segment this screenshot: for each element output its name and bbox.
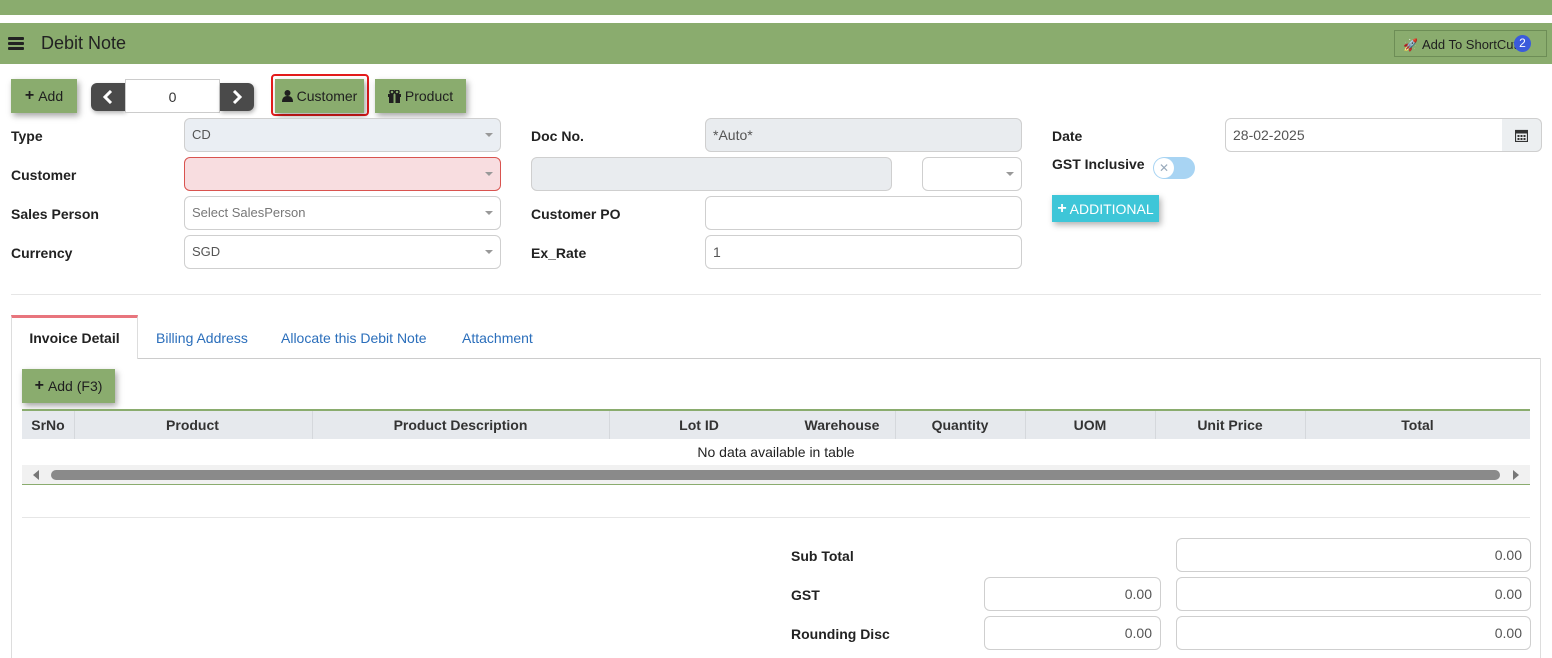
- table-header: SrNo Product Product Description Lot ID …: [22, 409, 1530, 439]
- close-icon: ✕: [1154, 158, 1174, 178]
- column-header-srno[interactable]: SrNo: [22, 417, 74, 433]
- column-header-quantity[interactable]: Quantity: [895, 417, 1025, 433]
- gst-rate-field[interactable]: 0.00: [984, 577, 1161, 611]
- user-icon: [281, 90, 293, 102]
- page-title: Debit Note: [41, 33, 127, 53]
- sales-person-label: Sales Person: [11, 206, 99, 222]
- scrollbar-thumb[interactable]: [51, 470, 1500, 480]
- type-select[interactable]: CD: [184, 118, 501, 152]
- customer-select[interactable]: [184, 157, 501, 191]
- plus-icon: +: [24, 87, 35, 104]
- scroll-right-icon[interactable]: [1513, 470, 1519, 480]
- chevron-down-icon: [485, 211, 493, 215]
- add-button[interactable]: + Add: [11, 79, 77, 113]
- gst-inclusive-label: GST Inclusive: [1052, 156, 1145, 172]
- column-header-product-description[interactable]: Product Description: [312, 417, 609, 433]
- customer-po-input[interactable]: [705, 196, 1022, 230]
- menu-icon[interactable]: [8, 37, 24, 50]
- gst-amount-field: 0.00: [1176, 577, 1531, 611]
- add-line-button[interactable]: + Add (F3): [22, 369, 115, 403]
- ex-rate-label: Ex_Rate: [531, 245, 587, 261]
- tab-attachment[interactable]: Attachment: [462, 330, 533, 346]
- tab-billing-address[interactable]: Billing Address: [156, 330, 248, 346]
- top-gap: [0, 15, 1552, 23]
- date-label: Date: [1052, 128, 1083, 144]
- sub-total-label: Sub Total: [791, 548, 854, 564]
- shortcut-label: Add To ShortCut: [1421, 37, 1518, 52]
- tab-allocate-debit-note[interactable]: Allocate this Debit Note: [281, 330, 427, 346]
- chevron-down-icon: [485, 172, 493, 176]
- plus-icon: +: [1057, 199, 1067, 217]
- additional-button[interactable]: + ADDITIONAL: [1052, 195, 1159, 222]
- doc-no-label: Doc No.: [531, 128, 584, 144]
- column-header-warehouse[interactable]: Warehouse: [789, 417, 895, 433]
- calendar-button[interactable]: [1502, 118, 1542, 152]
- calendar-icon: [1515, 129, 1528, 142]
- tab-panel-border-left: [11, 358, 12, 658]
- column-header-lot-id[interactable]: Lot ID: [609, 417, 789, 433]
- title-bar: [0, 23, 1552, 64]
- product-button-label: Product: [404, 88, 454, 104]
- column-header-total[interactable]: Total: [1305, 417, 1530, 433]
- additional-button-label: ADDITIONAL: [1069, 200, 1154, 217]
- sales-person-select[interactable]: Select SalesPerson: [184, 196, 501, 230]
- type-label: Type: [11, 128, 43, 144]
- rounding-disc-amount-field: 0.00: [1176, 616, 1531, 650]
- customer-button[interactable]: Customer: [275, 79, 364, 113]
- customer-extra-select[interactable]: [922, 157, 1022, 191]
- gst-label: GST: [791, 587, 820, 603]
- currency-select[interactable]: SGD: [184, 235, 501, 269]
- column-header-uom[interactable]: UOM: [1025, 417, 1155, 433]
- ex-rate-input[interactable]: 1: [705, 235, 1022, 269]
- doc-no-field: *Auto*: [705, 118, 1022, 152]
- gift-icon: [387, 89, 401, 103]
- rounding-disc-rate-field[interactable]: 0.00: [984, 616, 1161, 650]
- rounding-disc-label: Rounding Disc: [791, 626, 890, 642]
- sales-person-placeholder: Select SalesPerson: [192, 205, 306, 220]
- customer-po-label: Customer PO: [531, 206, 621, 222]
- add-line-button-label: Add (F3): [47, 378, 103, 394]
- chevron-right-icon: [232, 90, 242, 104]
- top-strip: [0, 0, 1552, 15]
- plus-icon: +: [34, 377, 44, 394]
- product-button[interactable]: Product: [375, 79, 466, 113]
- chevron-down-icon: [485, 250, 493, 254]
- tab-underline: [138, 358, 1541, 359]
- customer-label: Customer: [11, 167, 77, 183]
- date-input[interactable]: 28-02-2025: [1225, 118, 1503, 152]
- next-record-button[interactable]: [220, 83, 254, 111]
- record-index-input[interactable]: 0: [125, 79, 220, 113]
- scroll-left-icon[interactable]: [33, 470, 39, 480]
- currency-label: Currency: [11, 245, 73, 261]
- tab-panel-border-right: [1540, 358, 1541, 658]
- rocket-icon: 🚀: [1403, 38, 1418, 52]
- divider: [11, 294, 1541, 295]
- gst-inclusive-toggle[interactable]: ✕: [1153, 157, 1195, 179]
- currency-value: SGD: [192, 244, 221, 259]
- previous-record-button[interactable]: [91, 83, 125, 111]
- shortcut-count-badge: 2: [1514, 35, 1531, 52]
- customer-name-field: [531, 157, 892, 191]
- chevron-down-icon: [485, 133, 493, 137]
- column-header-product[interactable]: Product: [74, 417, 311, 433]
- column-header-unit-price[interactable]: Unit Price: [1155, 417, 1305, 433]
- customer-button-label: Customer: [296, 88, 358, 104]
- sub-total-field: 0.00: [1176, 538, 1531, 572]
- divider: [22, 517, 1530, 518]
- chevron-left-icon: [103, 90, 113, 104]
- empty-table-message: No data available in table: [697, 444, 855, 460]
- type-value: CD: [192, 127, 211, 142]
- add-button-label: Add: [38, 88, 64, 104]
- chevron-down-icon: [1006, 172, 1014, 176]
- tab-invoice-detail[interactable]: Invoice Detail: [11, 315, 138, 359]
